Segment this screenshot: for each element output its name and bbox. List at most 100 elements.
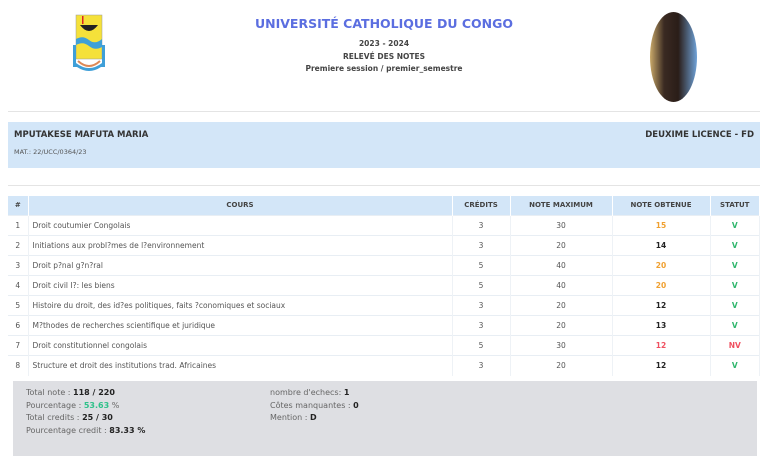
course-name: Droit civil I?: les biens xyxy=(32,280,115,290)
course-name: Structure et droit des institutions trad… xyxy=(32,361,217,371)
col-number: # xyxy=(8,196,29,215)
status-badge: NV xyxy=(728,341,741,351)
note-maximum: 30 xyxy=(556,220,566,230)
note-maximum-cell: 30 xyxy=(510,214,613,236)
note-maximum: 40 xyxy=(556,260,566,270)
status-badge-cell: V xyxy=(710,355,760,376)
course-credits-cell: 5 xyxy=(452,335,511,356)
note-maximum: 20 xyxy=(556,240,566,250)
course-name-cell: Histoire du droit, des id?es politiques,… xyxy=(28,294,453,316)
course-name: Droit coutumier Congolais xyxy=(32,220,131,230)
course-credits: 5 xyxy=(478,260,484,270)
row-number: 8 xyxy=(15,361,21,371)
student-info: MPUTAKESE MAFUTA MARIA MAT.: 22/UCC/0364… xyxy=(8,122,760,168)
note-obtained: 13 xyxy=(655,321,667,331)
row-number-cell: 5 xyxy=(8,294,29,316)
summary-panel: Total note : 118 / 220 Pourcentage : 53.… xyxy=(13,381,757,456)
status-badge-cell: V xyxy=(710,234,760,256)
course-name-cell: Droit coutumier Congolais xyxy=(28,214,453,236)
grades-table: # COURS CRÉDITS NOTE MAXIMUM NOTE OBTENU… xyxy=(8,196,760,376)
status-badge: V xyxy=(731,240,738,250)
note-obtained: 12 xyxy=(655,300,667,310)
note-maximum: 40 xyxy=(556,280,566,290)
course-name: Initiations aux probl?mes de l?environne… xyxy=(32,240,205,250)
note-maximum-cell: 40 xyxy=(510,274,613,296)
status-badge: V xyxy=(731,260,738,270)
student-photo xyxy=(650,12,697,102)
note-obtained-cell: 13 xyxy=(612,314,711,336)
divider xyxy=(8,185,760,186)
status-badge: V xyxy=(731,321,738,331)
mention: Mention : D xyxy=(270,413,317,422)
percentage: Pourcentage : 53.63 % xyxy=(26,400,120,410)
course-name-cell: M?thodes de recherches scientifique et j… xyxy=(28,314,453,336)
row-number-cell: 2 xyxy=(8,234,29,256)
status-badge: V xyxy=(731,280,738,290)
row-number: 2 xyxy=(15,240,21,250)
col-max: NOTE MAXIMUM xyxy=(510,196,613,215)
table-row: 5 Histoire du droit, des id?es politiques… xyxy=(8,294,760,316)
course-credits-cell: 3 xyxy=(452,214,511,236)
row-number-cell: 3 xyxy=(8,254,29,276)
status-badge: V xyxy=(731,361,738,371)
course-credits-cell: 3 xyxy=(452,314,511,336)
row-number: 1 xyxy=(15,220,21,230)
row-number: 7 xyxy=(15,341,21,351)
note-maximum: 20 xyxy=(556,321,566,331)
table-row: 3 Droit p?nal g?n?ral 5 40 20 V xyxy=(8,254,760,276)
note-maximum-cell: 20 xyxy=(510,314,613,336)
course-name-cell: Droit p?nal g?n?ral xyxy=(28,254,453,276)
note-obtained: 12 xyxy=(655,361,667,371)
course-name: M?thodes de recherches scientifique et j… xyxy=(32,321,216,331)
note-obtained-cell: 20 xyxy=(612,274,711,296)
note-maximum: 30 xyxy=(556,341,566,351)
student-level: DEUXIME LICENCE - FD xyxy=(645,130,754,140)
row-number-cell: 4 xyxy=(8,274,29,296)
course-credits-cell: 5 xyxy=(452,254,511,276)
course-name: Histoire du droit, des id?es politiques,… xyxy=(32,300,286,310)
percentage-credit: Pourcentage credit : 83.33 % xyxy=(26,425,146,435)
note-obtained-cell: 14 xyxy=(612,234,711,256)
course-name: Droit p?nal g?n?ral xyxy=(32,260,104,270)
row-number: 3 xyxy=(15,260,21,270)
course-credits: 3 xyxy=(478,361,484,371)
note-maximum-cell: 20 xyxy=(510,355,613,376)
total-credits: Total credits : 25 / 30 xyxy=(26,413,113,422)
note-maximum-cell: 20 xyxy=(510,234,613,256)
student-name: MPUTAKESE MAFUTA MARIA xyxy=(14,130,149,140)
col-obtained: NOTE OBTENUE xyxy=(612,196,711,215)
note-obtained-cell: 20 xyxy=(612,254,711,276)
failures-count: nombre d'echecs: 1 xyxy=(270,388,350,397)
note-obtained: 12 xyxy=(655,341,667,351)
row-number: 6 xyxy=(15,321,21,331)
table-row: 8 Structure et droit des institutions tra… xyxy=(8,355,760,376)
missing-grades: Côtes manquantes : 0 xyxy=(270,400,359,410)
university-name: UNIVERSITÉ CATHOLIQUE DU CONGO xyxy=(255,16,513,31)
note-maximum: 20 xyxy=(556,361,566,371)
note-maximum-cell: 40 xyxy=(510,254,613,276)
col-status: STATUT xyxy=(710,196,760,215)
course-name-cell: Initiations aux probl?mes de l?environne… xyxy=(28,234,453,256)
note-maximum-cell: 30 xyxy=(510,335,613,356)
table-row: 6 M?thodes de recherches scientifique et … xyxy=(8,314,760,336)
course-credits: 3 xyxy=(478,240,484,250)
course-name-cell: Structure et droit des institutions trad… xyxy=(28,355,453,376)
table-row: 2 Initiations aux probl?mes de l?environn… xyxy=(8,234,760,256)
note-obtained: 20 xyxy=(655,260,667,270)
course-credits-cell: 5 xyxy=(452,274,511,296)
status-badge-cell: V xyxy=(710,214,760,236)
course-credits-cell: 3 xyxy=(452,234,511,256)
divider xyxy=(8,111,760,112)
course-credits: 3 xyxy=(478,321,484,331)
course-credits-cell: 3 xyxy=(452,294,511,316)
status-badge: V xyxy=(731,300,738,310)
note-obtained: 20 xyxy=(655,280,667,290)
table-row: 7 Droit constitutionnel congolais 5 30 12 NV xyxy=(8,335,760,356)
note-obtained: 14 xyxy=(655,240,667,250)
row-number: 5 xyxy=(15,300,21,310)
course-credits-cell: 3 xyxy=(452,355,511,376)
status-badge-cell: V xyxy=(710,294,760,316)
row-number-cell: 8 xyxy=(8,355,29,376)
course-name: Droit constitutionnel congolais xyxy=(32,341,147,351)
row-number: 4 xyxy=(15,280,21,290)
